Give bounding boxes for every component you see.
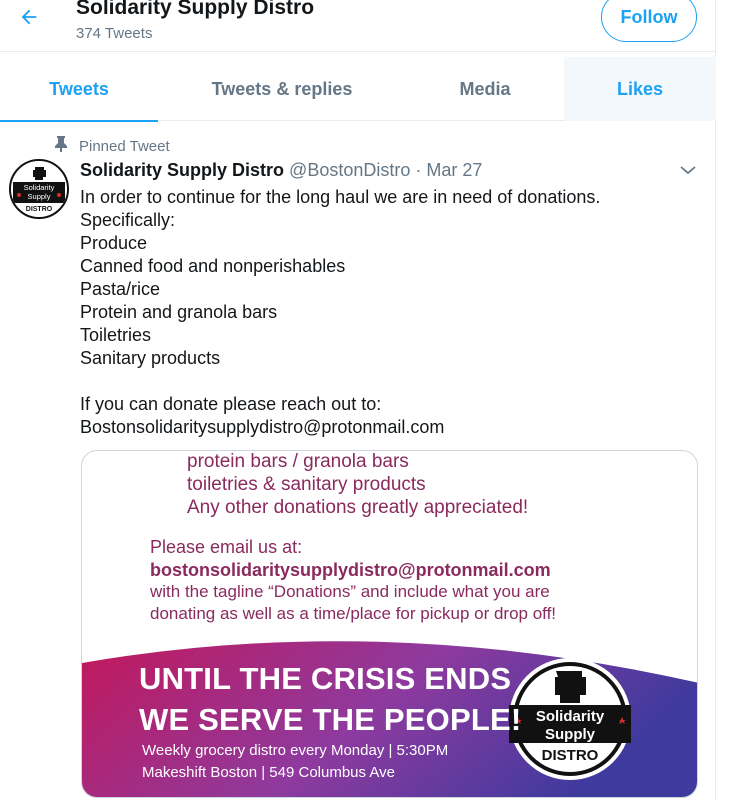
tab-media[interactable]: Media [406, 57, 564, 121]
tab-tweets-and-replies[interactable]: Tweets & replies [158, 57, 406, 121]
tweet-header: Solidarity Supply Distro @BostonDistro ·… [80, 160, 482, 181]
tweet-line: Protein and granola bars [80, 302, 278, 322]
svg-text:Solidarity: Solidarity [24, 183, 55, 192]
tweet-media-image[interactable]: protein bars / granola bars toiletries &… [81, 450, 698, 798]
svg-text:Supply: Supply [28, 192, 51, 201]
pinned-label: Pinned Tweet [79, 138, 170, 155]
tweet-line: In order to continue for the long haul w… [80, 187, 601, 207]
tweet-line: Specifically: [80, 210, 176, 230]
tweet-line: Sanitary products [80, 348, 221, 368]
tweet-line: Toiletries [80, 325, 152, 345]
tweet-text: In order to continue for the long haul w… [80, 186, 700, 439]
author-name[interactable]: Solidarity Supply Distro [80, 160, 284, 180]
tweet-line: Canned food and nonperishables [80, 256, 346, 276]
follow-button[interactable]: Follow [601, 0, 697, 42]
banner-location: Makeshift Boston | 549 Columbus Ave [142, 764, 395, 781]
logo-text: DISTRO [542, 747, 599, 764]
pin-icon [55, 136, 67, 157]
tweet-line: If you can donate please reach out to: [80, 394, 382, 414]
svg-text:DISTRO: DISTRO [26, 206, 53, 213]
logo-text: Solidarity [536, 708, 605, 725]
author-handle[interactable]: @BostonDistro [289, 160, 410, 180]
tweet-count: 374 Tweets [76, 25, 153, 42]
banner-headline: WE SERVE THE PEOPLE! [139, 702, 522, 737]
back-arrow-icon[interactable] [14, 2, 44, 32]
avatar[interactable]: Solidarity Supply DISTRO [9, 159, 69, 219]
tab-tweets[interactable]: Tweets [0, 57, 158, 122]
banner-headline: UNTIL THE CRISIS ENDS [139, 661, 512, 696]
profile-header: Solidarity Supply Distro 374 Tweets Foll… [0, 0, 716, 52]
tweet-line [80, 370, 700, 393]
tweet-date[interactable]: Mar 27 [426, 160, 482, 180]
profile-timeline: Solidarity Supply Distro 374 Tweets Foll… [0, 0, 716, 800]
tweet-line: Pasta/rice [80, 279, 161, 299]
banner-schedule: Weekly grocery distro every Monday | 5:3… [142, 742, 449, 759]
page-title: Solidarity Supply Distro [76, 0, 315, 19]
tab-likes[interactable]: Likes [564, 57, 716, 121]
logo-text: Supply [545, 726, 596, 743]
tweet-email-link[interactable]: Bostonsolidaritysupplydistro@protonmail.… [80, 416, 700, 439]
tweet-line: Produce [80, 233, 148, 253]
pinned-indicator: Pinned Tweet [55, 136, 170, 157]
profile-tabs: Tweets Tweets & replies Media Likes [0, 57, 716, 122]
separator-dot: · [415, 160, 422, 180]
chevron-down-icon[interactable] [678, 160, 698, 180]
